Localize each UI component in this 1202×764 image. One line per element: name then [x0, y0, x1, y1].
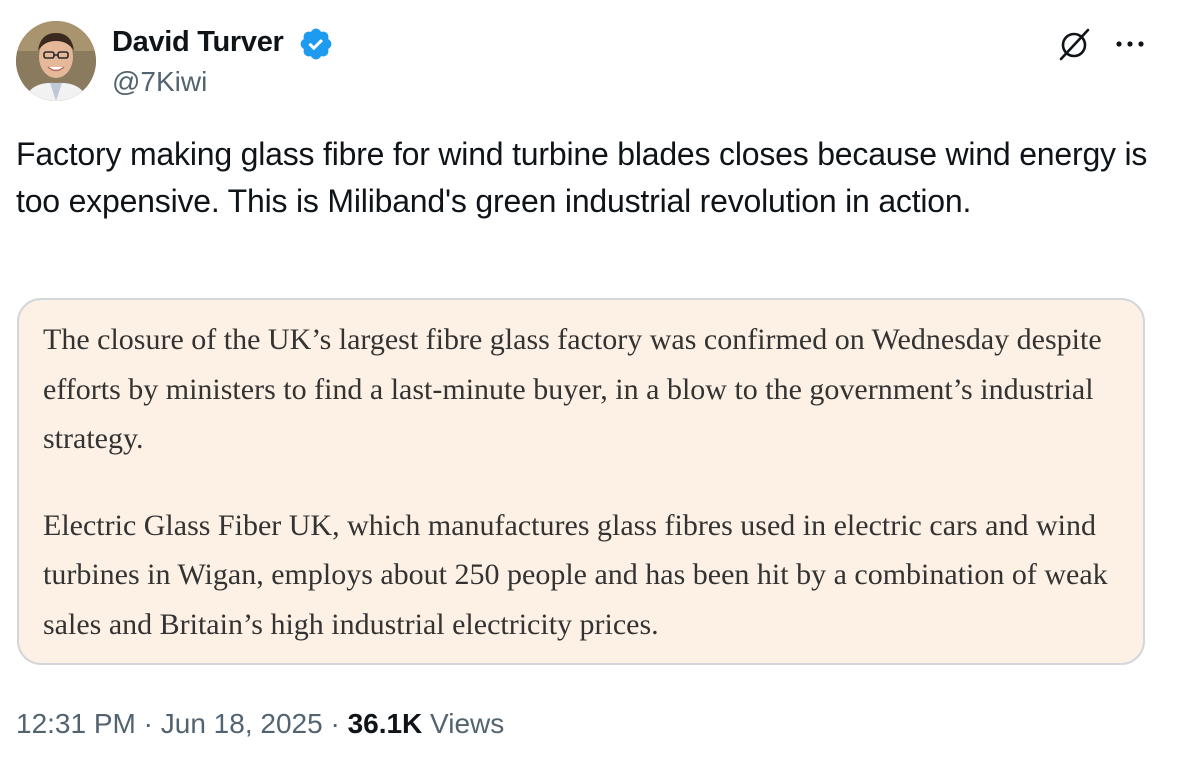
quote-paragraph: Electric Glass Fiber UK, which manufactu…	[43, 508, 1108, 641]
tweet-date[interactable]: Jun 18, 2025	[161, 708, 323, 739]
grok-icon	[1059, 28, 1090, 61]
views-count[interactable]: 36.1K	[348, 708, 423, 739]
views-label: Views	[422, 708, 505, 739]
tweet-metadata: 12:31 PM · Jun 18, 2025 · 36.1K Views	[16, 704, 504, 744]
profile-photo	[16, 21, 96, 101]
grok-button[interactable]	[1052, 22, 1096, 66]
tweet-time[interactable]: 12:31 PM	[16, 708, 136, 739]
tweet-text: Factory making glass fibre for wind turb…	[16, 136, 1148, 219]
quoted-excerpt: The closure of the UK’s largest fibre gl…	[17, 298, 1145, 665]
meta-separator: ·	[322, 708, 348, 739]
tweet: David Turver @7Kiwi Factory making glass…	[0, 0, 1202, 764]
meta-separator: ·	[135, 708, 161, 739]
verified-badge-icon[interactable]	[298, 26, 334, 62]
author-handle[interactable]: @7Kiwi	[112, 64, 207, 100]
quote-paragraph: The closure of the UK’s largest fibre gl…	[43, 323, 1102, 455]
author-name[interactable]: David Turver	[112, 24, 284, 60]
more-horizontal-icon	[1116, 41, 1144, 47]
more-options-button[interactable]	[1108, 22, 1152, 66]
avatar[interactable]	[16, 21, 96, 101]
